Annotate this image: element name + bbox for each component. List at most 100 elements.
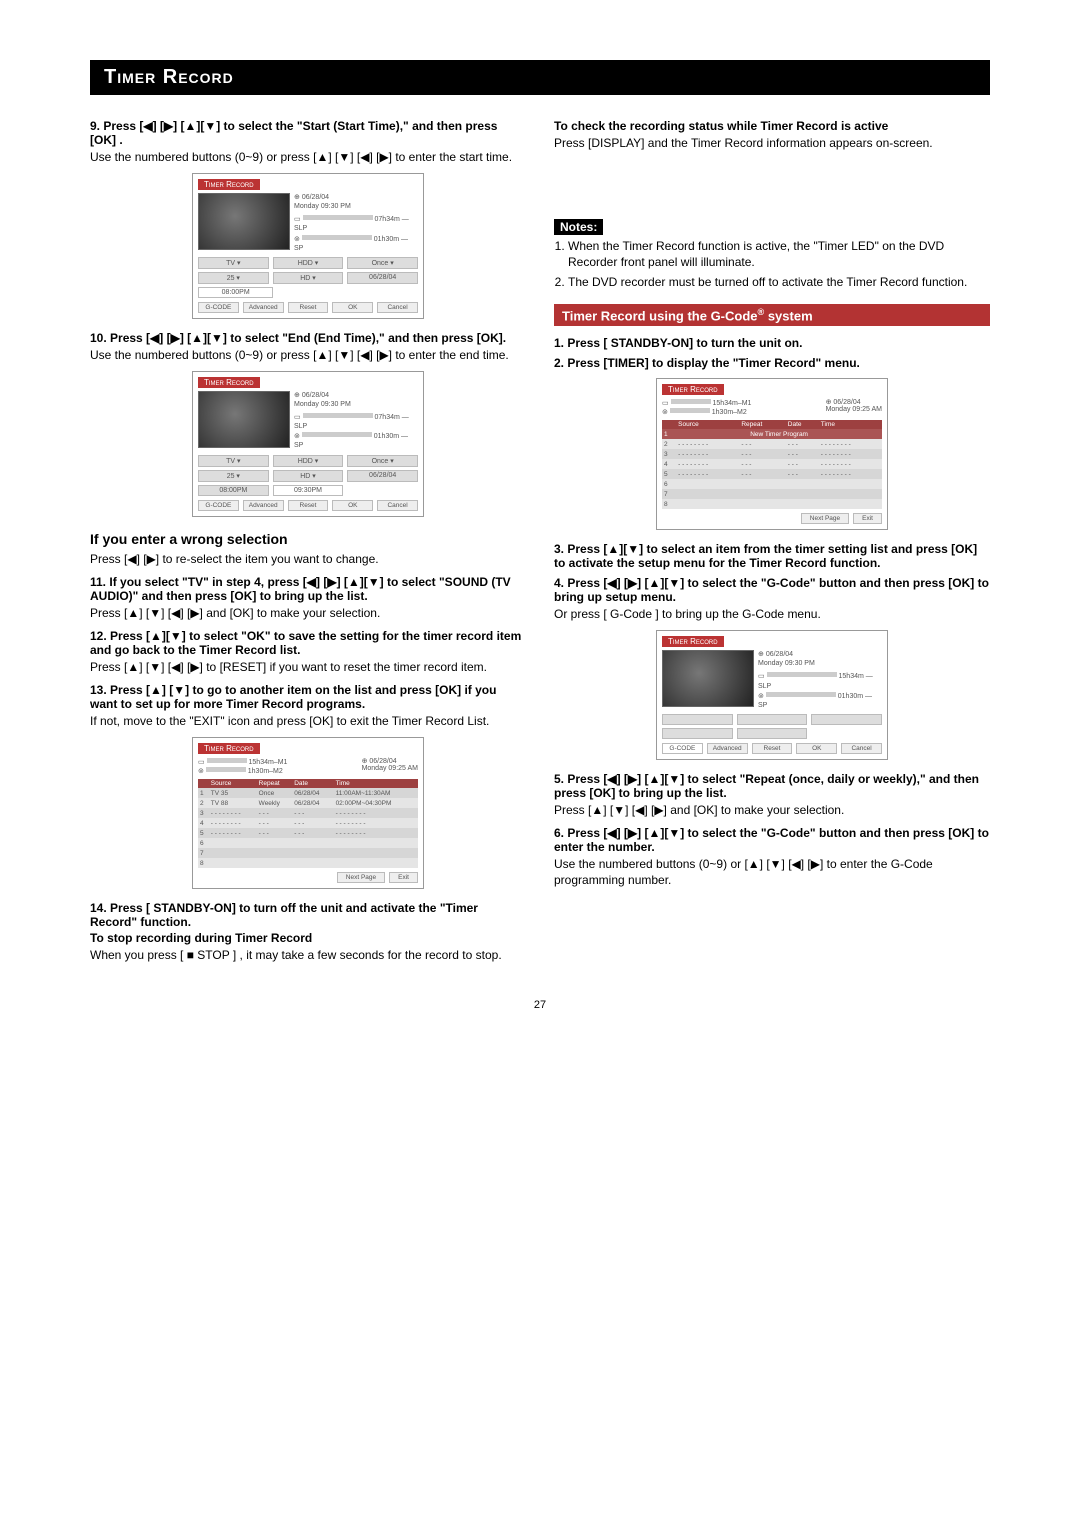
fig-list-date: 06/28/04: [833, 399, 860, 406]
gcode-step-3: 3. Press [▲][▼] to select an item from t…: [554, 542, 990, 570]
table-row-selected: 1New Timer Program: [662, 429, 882, 439]
figure-title: Timer Record: [198, 179, 260, 190]
col-repeat: Repeat: [257, 779, 293, 788]
table-row: 8: [198, 858, 418, 868]
fig-btn-ok: OK: [796, 743, 837, 754]
col-source: Source: [209, 779, 257, 788]
field-source: TV ▾: [198, 455, 269, 467]
fig-list-dt: Monday 09:25 AM: [826, 406, 882, 413]
fig-btn-ok: OK: [332, 500, 373, 511]
field-source: TV ▾: [198, 257, 269, 269]
field-end-time: 09:30PM: [273, 485, 344, 496]
step-11-body: Press [▲] [▼] [◀] [▶] and [OK] to make y…: [90, 605, 526, 621]
right-column: To check the recording status while Time…: [554, 113, 990, 971]
gcode-field: [737, 714, 808, 725]
fig-daytime: Monday 09:30 PM: [758, 659, 882, 668]
table-row: 1 TV 35Once06/28/0411:00AM~11:30AM: [198, 788, 418, 798]
table-row: 4- - - - - - - -- - -- - -- - - - - - - …: [198, 818, 418, 828]
figure-timer-list: Timer Record ▭ 15h34m–M1 ⊚ 1h30m–M2 ⊕ 06…: [90, 737, 526, 889]
left-column: 9. Press [◀] [▶] [▲][▼] to select the "S…: [90, 113, 526, 971]
gcode-step-4: 4. Press [◀] [▶] [▲][▼] to select the "G…: [554, 576, 990, 604]
fig-btn-reset: Reset: [752, 743, 793, 754]
fig-btn-reset: Reset: [288, 302, 329, 313]
field-repeat: Once ▾: [347, 455, 418, 467]
field-hd: HD ▾: [273, 272, 344, 284]
step-12-body: Press [▲] [▼] [◀] [▶] to [RESET] if you …: [90, 659, 526, 675]
timer-menu-table: Source Repeat Date Time 1New Timer Progr…: [662, 420, 882, 509]
fig-btn-gcode: G-CODE: [198, 302, 239, 313]
field-end: 06/28/04: [347, 272, 418, 284]
page-number: 27: [90, 999, 990, 1011]
wrong-selection-heading: If you enter a wrong selection: [90, 531, 526, 547]
figure-title: Timer Record: [662, 636, 724, 647]
table-row: 3- - - - - - - -- - -- - -- - - - - - - …: [198, 808, 418, 818]
field-hdd: HDD ▾: [273, 257, 344, 269]
step-13-body: If not, move to the "EXIT" icon and pres…: [90, 713, 526, 729]
fig-list-dt: Monday 09:25 AM: [362, 765, 418, 772]
step-9-title: 9. Press [◀] [▶] [▲][▼] to select the "S…: [90, 119, 526, 147]
table-row: 3- - - - - - - -- - -- - -- - - - - - - …: [662, 449, 882, 459]
fig-btn-adv: Advanced: [707, 743, 748, 754]
table-row: 5- - - - - - - -- - -- - -- - - - - - - …: [662, 469, 882, 479]
fig-date: 06/28/04: [766, 651, 793, 658]
table-row: 2- - - - - - - -- - -- - -- - - - - - - …: [662, 439, 882, 449]
figure-title: Timer Record: [198, 743, 260, 754]
section-title: Timer Record: [90, 60, 990, 95]
fig-daytime: Monday 09:30 PM: [294, 202, 418, 211]
fig-btn-next: Next Page: [337, 872, 385, 883]
gcode-field: [662, 714, 733, 725]
table-row: 6: [662, 479, 882, 489]
field-end: 06/28/04: [347, 470, 418, 482]
step-14-title: 14. Press [ STANDBY-ON] to turn off the …: [90, 901, 526, 929]
col-repeat: Repeat: [739, 420, 785, 429]
gcode-field: [737, 728, 808, 739]
field-ch: 25 ▾: [198, 470, 269, 482]
figure-title: Timer Record: [662, 384, 724, 395]
notes-list: When the Timer Record function is active…: [568, 238, 990, 290]
fig-btn-cancel: Cancel: [377, 500, 418, 511]
timer-list-table: Source Repeat Date Time 1 TV 35Once06/28…: [198, 779, 418, 868]
fig-list-date: 06/28/04: [369, 758, 396, 765]
note-2: The DVD recorder must be turned off to a…: [568, 274, 990, 290]
table-row: 7: [662, 489, 882, 499]
fig-date: 06/28/04: [302, 194, 329, 201]
step-12-title: 12. Press [▲][▼] to select "OK" to save …: [90, 629, 526, 657]
check-status-body: Press [DISPLAY] and the Timer Record inf…: [554, 135, 990, 151]
fig-btn-next: Next Page: [801, 513, 849, 524]
table-row: 2 TV 88Weekly06/28/0402:00PM~04:30PM: [198, 798, 418, 808]
table-row: 6: [198, 838, 418, 848]
field-hd: HD ▾: [273, 470, 344, 482]
fig-btn-gcode: G-CODE: [198, 500, 239, 511]
step-11-title: 11. If you select "TV" in step 4, press …: [90, 575, 526, 603]
gcode-step-5-body: Press [▲] [▼] [◀] [▶] and [OK] to make y…: [554, 802, 990, 818]
col-time: Time: [819, 420, 882, 429]
stop-recording-heading: To stop recording during Timer Record: [90, 931, 526, 945]
step-13-title: 13. Press [▲] [▼] to go to another item …: [90, 683, 526, 711]
preview-image: [198, 391, 290, 448]
note-1: When the Timer Record function is active…: [568, 238, 990, 270]
gcode-step-4-body: Or press [ G-Code ] to bring up the G-Co…: [554, 606, 990, 622]
wrong-selection-body: Press [◀] [▶] to re-select the item you …: [90, 551, 526, 567]
gcode-field: [662, 728, 733, 739]
step-10-title: 10. Press [◀] [▶] [▲][▼] to select "End …: [90, 331, 526, 345]
fig-btn-exit: Exit: [389, 872, 418, 883]
fig-btn-exit: Exit: [853, 513, 882, 524]
preview-image: [662, 650, 754, 707]
field-start-time: 08:00PM: [198, 485, 269, 496]
step-10-body: Use the numbered buttons (0~9) or press …: [90, 347, 526, 363]
figure-timer-end: Timer Record ⊕ 06/28/04 Monday 09:30 PM …: [90, 371, 526, 517]
field-ch: 25 ▾: [198, 272, 269, 284]
fig-btn-cancel: Cancel: [377, 302, 418, 313]
gcode-field: [811, 714, 882, 725]
fig-daytime: Monday 09:30 PM: [294, 400, 418, 409]
figure-timer-start: Timer Record ⊕ 06/28/04 Monday 09:30 PM …: [90, 173, 526, 319]
table-row: 7: [198, 848, 418, 858]
field-hdd: HDD ▾: [273, 455, 344, 467]
fig-m2: 1h30m–M2: [248, 768, 283, 775]
two-column-layout: 9. Press [◀] [▶] [▲][▼] to select the "S…: [90, 113, 990, 971]
col-time: Time: [334, 779, 418, 788]
check-status-heading: To check the recording status while Time…: [554, 119, 990, 133]
notes-label: Notes:: [554, 219, 603, 235]
gcode-step-6: 6. Press [◀] [▶] [▲][▼] to select the "G…: [554, 826, 990, 854]
table-row: 5- - - - - - - -- - -- - -- - - - - - - …: [198, 828, 418, 838]
